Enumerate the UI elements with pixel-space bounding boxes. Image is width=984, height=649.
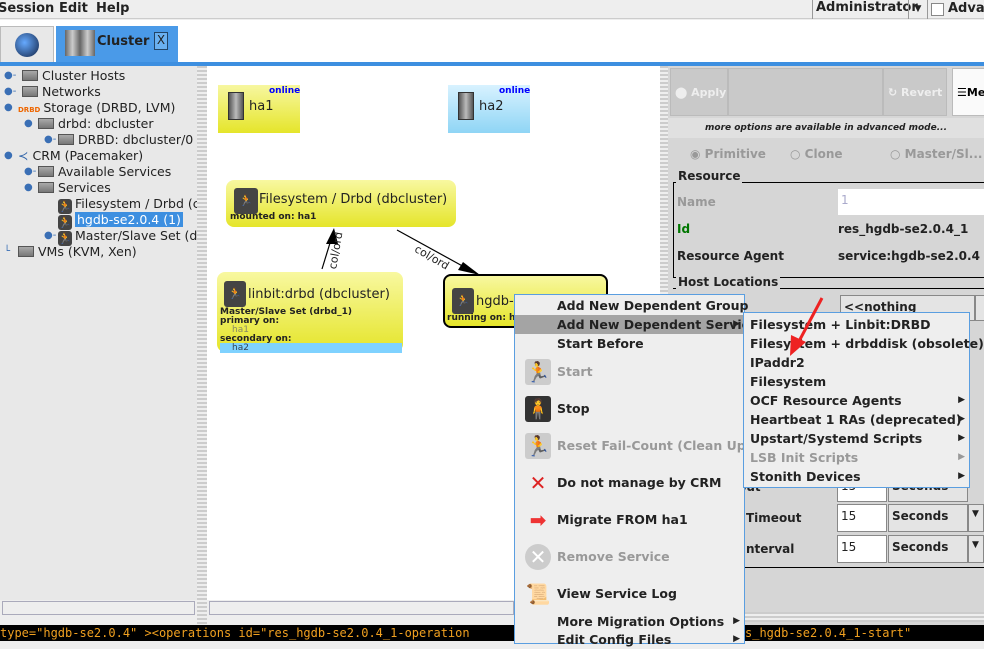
menu-reset-fail-count[interactable]: 🏃 Reset Fail-Count (Clean Up): [515, 428, 751, 464]
tree-vms[interactable]: VMs (KVM, Xen): [38, 244, 137, 259]
close-tab-button[interactable]: X: [154, 32, 168, 50]
scroll-log-icon: 📜: [525, 582, 551, 606]
tree-storage[interactable]: Storage (DRBD, LVM): [43, 100, 175, 115]
tree-hscrollbar[interactable]: [2, 601, 195, 615]
tree-master-slave[interactable]: Master/Slave Set (dr: [75, 228, 197, 243]
start-icon: 🏃: [525, 359, 551, 385]
name-input[interactable]: 1: [838, 189, 984, 215]
splitter[interactable]: [197, 66, 207, 626]
menu-more-migration[interactable]: More Migration Options ▶: [515, 612, 744, 631]
menu-start[interactable]: 🏃 Start: [515, 354, 744, 390]
menu-start-before[interactable]: Start Before: [515, 334, 744, 353]
menu-stop[interactable]: 🧍 Stop: [515, 391, 744, 427]
timeout-label: Timeout: [746, 511, 802, 525]
menu-button[interactable]: ☰Menu: [952, 68, 984, 116]
radio-primitive[interactable]: ◉ Primitive: [690, 147, 766, 161]
timeout-unit-select[interactable]: Seconds: [888, 504, 968, 532]
advanced-label: Advar: [948, 1, 984, 16]
tab-cluster-1[interactable]: Cluster 1 X: [56, 26, 178, 63]
menu-add-dependent-service[interactable]: Add New Dependent Service ▶: [515, 315, 758, 334]
graph-hscrollbar[interactable]: [209, 601, 514, 615]
name-label: Name: [677, 195, 716, 209]
id-value: res_hgdb-se2.0.4_1: [838, 222, 969, 236]
folder-icon: [18, 246, 34, 257]
log-text: s_hgdb-se2.0.4_1-start": [745, 626, 912, 640]
menu-edit[interactable]: Edit: [59, 1, 88, 16]
tab-bar: Cluster 1 X: [0, 20, 984, 63]
tree-crm[interactable]: CRM (Pacemaker): [32, 148, 143, 163]
arrow-right-icon: ➡: [529, 508, 547, 532]
arrowhead-icon: [458, 262, 480, 275]
radio-master-slave[interactable]: ○ Master/Sl...: [890, 147, 982, 161]
toolbar-spacer: [728, 68, 883, 116]
tree-drbd-dbcluster[interactable]: drbd: dbcluster: [58, 116, 154, 131]
folder-icon: [22, 86, 38, 97]
stop-icon: 🧍: [525, 396, 551, 422]
context-menu: Add New Dependent Group Add New Dependen…: [514, 294, 758, 647]
cluster-icon: [65, 30, 95, 56]
id-label: Id: [677, 222, 691, 236]
advanced-mode-note: more options are available in advanced m…: [668, 118, 984, 138]
chevron-down-icon[interactable]: [975, 295, 984, 321]
submenu-upstart[interactable]: Upstart/Systemd Scripts ▶: [744, 429, 969, 448]
interval-label: nterval: [746, 542, 795, 556]
menu-add-dependent-group[interactable]: Add New Dependent Group: [515, 296, 748, 315]
submenu-heartbeat[interactable]: Heartbeat 1 RAs (deprecated) ▶: [744, 410, 969, 429]
host-locations-title: Host Locations: [676, 275, 781, 289]
menu-view-log[interactable]: 📜 View Service Log: [515, 576, 744, 612]
tree-networks[interactable]: Networks: [42, 84, 101, 99]
tree-available-services[interactable]: Available Services: [58, 164, 171, 179]
menu-help[interactable]: Help: [96, 1, 129, 16]
log-console: type="hgdb-se2.0.4" ><operations id="res…: [0, 625, 984, 641]
timeout-input[interactable]: 15: [837, 504, 887, 532]
interval-input[interactable]: 15: [837, 535, 887, 563]
tree-filesystem-drbd[interactable]: Filesystem / Drbd (c: [75, 196, 197, 211]
unmanage-icon: ✕: [529, 471, 547, 495]
folder-icon: [22, 70, 38, 81]
log-text: type="hgdb-se2.0.4" ><operations id="res…: [0, 626, 470, 640]
agent-value: service:hgdb-se2.0.4: [838, 249, 980, 263]
submenu-fs-drbddisk[interactable]: Filesystem + drbddisk (obsolete): [744, 334, 984, 353]
lcmc-logo-icon: [15, 33, 39, 57]
resource-title: Resource: [676, 169, 743, 183]
interval-unit-select[interactable]: Seconds: [888, 535, 968, 563]
role-select[interactable]: Administrator: [812, 0, 918, 19]
submenu-fs-linbit[interactable]: Filesystem + Linbit:DRBD: [744, 315, 969, 334]
submenu-ocf[interactable]: OCF Resource Agents ▶: [744, 391, 969, 410]
drbd-icon: DRBD: [18, 106, 41, 114]
tree-cluster-hosts[interactable]: Cluster Hosts: [42, 68, 125, 83]
cluster-tree: ●- Cluster Hosts ●- Networks ● DRBD Storage …: [0, 66, 197, 600]
tree-services[interactable]: Services: [58, 180, 111, 195]
tree-drbd-volume[interactable]: DRBD: dbcluster/0: [78, 132, 193, 147]
tree-hgdb-selected[interactable]: hgdb-se2.0.4 (1): [75, 212, 183, 227]
chevron-down-icon[interactable]: ▼: [968, 504, 984, 532]
folder-icon: [38, 182, 54, 193]
revert-button[interactable]: ↻ Revert: [883, 68, 947, 116]
folder-icon: [58, 134, 74, 145]
menu-migrate[interactable]: ➡ Migrate FROM ha1: [515, 502, 744, 538]
menu-edit-config[interactable]: Edit Config Files ▶: [515, 630, 744, 649]
advanced-checkbox[interactable]: [931, 3, 944, 16]
menu-session[interactable]: Session: [0, 1, 54, 16]
submenu-ipaddr2[interactable]: IPaddr2: [744, 353, 969, 372]
submenu-lsb[interactable]: LSB Init Scripts ▶: [744, 448, 969, 467]
cleanup-icon: 🏃: [525, 433, 551, 459]
tab-home[interactable]: [0, 26, 54, 63]
agent-label: Resource Agent: [677, 249, 784, 263]
crm-icon: ≺: [18, 148, 29, 163]
submenu-filesystem[interactable]: Filesystem: [744, 372, 969, 391]
menu-remove-service[interactable]: ✕ Remove Service: [515, 539, 744, 575]
chevron-down-icon[interactable]: ▼: [968, 535, 984, 563]
submenu-stonith[interactable]: Stonith Devices ▶: [744, 467, 969, 486]
folder-icon: [38, 118, 54, 129]
folder-icon: [38, 166, 54, 177]
dependent-service-submenu: Filesystem + Linbit:DRBD Filesystem + dr…: [743, 312, 984, 488]
radio-clone[interactable]: ○ Clone: [790, 147, 843, 161]
remove-icon: ✕: [525, 544, 551, 570]
apply-button[interactable]: ⬤ Apply: [670, 68, 728, 116]
menu-unmanage[interactable]: ✕ Do not manage by CRM: [515, 465, 744, 501]
menu-bar: Session Edit Help Administrator ▼ Advar: [0, 0, 984, 19]
chevron-down-icon[interactable]: ▼: [908, 0, 928, 19]
